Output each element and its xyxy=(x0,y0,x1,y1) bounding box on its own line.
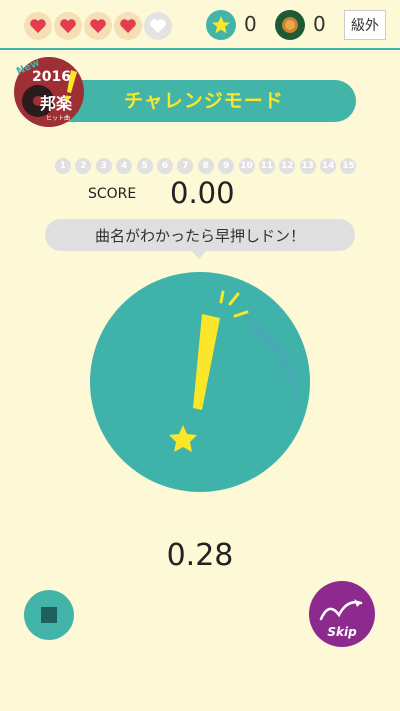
question-numbers: 1 2 3 4 5 6 7 8 9 10 11 12 13 14 15 xyxy=(55,158,361,174)
heart-icon xyxy=(54,12,82,40)
question-number: 11 xyxy=(258,158,275,174)
hint-bubble: 曲名がわかったら早押しドン！ xyxy=(45,219,355,251)
stop-icon xyxy=(41,607,57,623)
question-number: 14 xyxy=(320,158,337,174)
question-number: 13 xyxy=(299,158,316,174)
question-number: 9 xyxy=(218,158,235,174)
mode-banner: チャレンジモード xyxy=(66,80,356,122)
question-number: 10 xyxy=(238,158,255,174)
heart-icon xyxy=(84,12,112,40)
top-bar: 0 0 級外 xyxy=(0,0,400,50)
score-label: SCORE xyxy=(88,186,137,202)
question-number: 3 xyxy=(95,158,112,174)
question-number: 7 xyxy=(177,158,194,174)
skip-button[interactable]: Skip xyxy=(309,581,375,647)
badge-caption: ヒット曲 xyxy=(46,114,70,122)
hearts-row xyxy=(24,12,174,40)
question-number: 6 xyxy=(156,158,173,174)
question-number: 8 xyxy=(197,158,214,174)
question-number: 15 xyxy=(340,158,357,174)
hint-bubble-tail xyxy=(191,250,207,259)
heart-icon xyxy=(114,12,142,40)
medal-icon xyxy=(275,10,305,40)
heart-empty-icon xyxy=(144,12,172,40)
header-divider xyxy=(0,48,400,50)
exclamation-icon xyxy=(90,272,310,492)
stars-count: 0 xyxy=(244,12,257,36)
score-value: 0.00 xyxy=(170,176,235,210)
stop-button[interactable] xyxy=(24,590,74,640)
question-number: 5 xyxy=(136,158,153,174)
question-number: 4 xyxy=(116,158,133,174)
skip-label: Skip xyxy=(327,625,357,639)
buzzer-button[interactable] xyxy=(90,272,310,492)
rank-button[interactable]: 級外 xyxy=(344,10,386,40)
question-number: 12 xyxy=(279,158,296,174)
timer: 0.28 xyxy=(166,538,234,573)
question-number: 1 xyxy=(55,158,71,174)
mode-title: チャレンジモード xyxy=(124,90,284,112)
heart-icon xyxy=(24,12,52,40)
question-number: 2 xyxy=(75,158,92,174)
medals-count: 0 xyxy=(313,12,326,36)
star-icon xyxy=(206,10,236,40)
